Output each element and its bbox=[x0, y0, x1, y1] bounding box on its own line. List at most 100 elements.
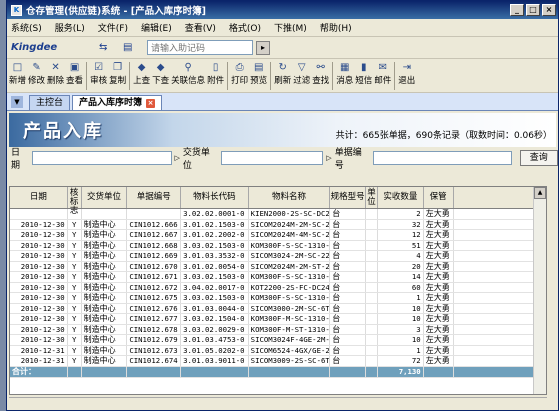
go-icon[interactable]: ▸ bbox=[256, 40, 270, 55]
cell-delivery-unit: 制造中心 bbox=[82, 324, 128, 334]
query-button[interactable]: 查询 bbox=[519, 149, 558, 166]
table-row[interactable]: 2010-12-30 Y 制造中心 CIN1012.677 3.03.02.1504-0… bbox=[10, 314, 546, 325]
menu-system[interactable]: 系统(S) bbox=[11, 21, 42, 34]
cell-spec: 台 bbox=[330, 230, 366, 240]
cell-material-code: 3.03.02.1503-0 bbox=[181, 272, 249, 282]
column-header-material-name[interactable]: 物料名称 bbox=[249, 187, 331, 208]
delete-button[interactable]: ✕ 删除 bbox=[47, 59, 64, 86]
cell-audit: Y bbox=[68, 356, 82, 366]
tab-dropdown-icon[interactable]: ▼ bbox=[11, 96, 23, 108]
cell-unit bbox=[366, 230, 378, 240]
menu-push-down[interactable]: 下推(M) bbox=[274, 21, 307, 34]
cell-quantity: 2 bbox=[378, 209, 424, 219]
preview-button[interactable]: ▤ 预览 bbox=[250, 59, 267, 86]
close-tab-icon[interactable]: × bbox=[146, 99, 156, 108]
cell-keeper: 左大勇 bbox=[424, 335, 454, 345]
tab-bar: ▼ 主控台 产品入库序时簿 × bbox=[7, 93, 558, 111]
down-query-button[interactable]: ◆ 下查 bbox=[152, 59, 169, 86]
table-row[interactable]: 2010-12-30 Y 制造中心 CIN1012.666 3.01.02.1503-0… bbox=[10, 219, 546, 230]
delivery-unit-field[interactable] bbox=[221, 150, 324, 165]
exit-icon: ⇥ bbox=[402, 62, 411, 73]
navigation-icon[interactable]: ⇆ bbox=[99, 42, 113, 54]
column-header-delivery-unit[interactable]: 交货单位 bbox=[82, 187, 128, 208]
table-row[interactable]: 2010-12-30 Y 制造中心 CIN1012.678 3.03.02.0029-0… bbox=[10, 324, 546, 335]
menu-file[interactable]: 文件(F) bbox=[98, 21, 128, 34]
column-header-unit[interactable]: 单位 bbox=[366, 187, 378, 208]
cell-delivery-unit: 制造中心 bbox=[82, 272, 128, 282]
find-button[interactable]: ⚯ 查找 bbox=[312, 59, 329, 86]
copy-button[interactable]: ❐ 复制 bbox=[109, 59, 126, 86]
scroll-up-icon[interactable]: ▲ bbox=[534, 187, 546, 199]
table-row[interactable]: 2010-12-30 Y 制造中心 CIN1012.668 3.03.02.1503-0… bbox=[10, 240, 546, 251]
table-row[interactable]: 2010-12-31 Y 制造中心 CIN1012.674 3.01.03.9011-0… bbox=[10, 356, 546, 367]
data-grid: 日期 审核标志 交货单位 单据编号 物料长代码 物料名称 规格型号 单位 实收数… bbox=[9, 186, 547, 395]
exit-button[interactable]: ⇥ 退出 bbox=[398, 59, 415, 86]
column-header-material-code[interactable]: 物料长代码 bbox=[181, 187, 249, 208]
audit-button[interactable]: ☑ 审核 bbox=[90, 59, 107, 86]
mail-button[interactable]: ✉ 邮件 bbox=[374, 59, 391, 86]
minimize-button[interactable]: _ bbox=[510, 4, 524, 16]
column-header-date[interactable]: 日期 bbox=[10, 187, 68, 208]
print-icon: ⎙ bbox=[235, 62, 244, 73]
sms-button[interactable]: ▮ 短信 bbox=[355, 59, 372, 86]
cell-keeper: 左大勇 bbox=[424, 261, 454, 271]
maximize-button[interactable]: □ bbox=[526, 4, 540, 16]
record-stats: 共计：665张单据，690条记录（取数时间：0.06秒） bbox=[335, 131, 552, 141]
column-header-bill-number[interactable]: 单据编号 bbox=[127, 187, 182, 208]
table-row[interactable]: 2010-12-31 Y 制造中心 CIN1012.673 3.01.05.0202-0… bbox=[10, 345, 546, 356]
up-query-button[interactable]: ◆ 上查 bbox=[133, 59, 150, 86]
cell-quantity: 3 bbox=[378, 324, 424, 334]
title-bar[interactable]: K 仓存管理(供应链)系统 - [产品入库序时簿] _ □ × bbox=[7, 1, 558, 19]
cell-audit: Y bbox=[68, 272, 82, 282]
table-row[interactable]: 3.02.02.0001-0KIEN2000-2S-SC-DC24产成品-KI台… bbox=[10, 209, 546, 220]
table-row[interactable]: 2010-12-30 Y 制造中心 CIN1012.667 3.01.02.2002-0… bbox=[10, 230, 546, 241]
tab-console[interactable]: 主控台 bbox=[29, 95, 71, 110]
cell-keeper: 左大勇 bbox=[424, 209, 454, 219]
cell-delivery-unit: 制造中心 bbox=[82, 230, 128, 240]
cell-spec: 台 bbox=[330, 219, 366, 229]
table-row[interactable]: 2010-12-30 Y 制造中心 CIN1012.672 3.04.02.0017-0… bbox=[10, 282, 546, 293]
date-field[interactable] bbox=[32, 150, 172, 165]
grid-scrollbar[interactable]: ▲ bbox=[533, 187, 546, 394]
cell-delivery-unit: 制造中心 bbox=[82, 282, 128, 292]
refresh-icon: ↻ bbox=[278, 62, 287, 73]
cell-spec: 台 bbox=[330, 324, 366, 334]
table-row[interactable]: 2010-12-30 Y 制造中心 CIN1012.679 3.01.03.4753-0… bbox=[10, 335, 546, 346]
table-row[interactable]: 2010-12-30 Y 制造中心 CIN1012.669 3.01.03.3532-0… bbox=[10, 251, 546, 262]
edit-button[interactable]: ✎ 修改 bbox=[28, 59, 45, 86]
cell-date: 2010-12-30 bbox=[10, 324, 68, 334]
table-row[interactable]: 2010-12-30 Y 制造中心 CIN1012.670 3.01.02.0054-0… bbox=[10, 261, 546, 272]
filter-button[interactable]: ▽ 过滤 bbox=[293, 59, 310, 86]
total-row: 合计： 7,130 bbox=[10, 366, 546, 378]
menu-view[interactable]: 查看(V) bbox=[185, 21, 216, 34]
menu-service[interactable]: 服务(L) bbox=[55, 21, 85, 34]
menu-edit[interactable]: 编辑(E) bbox=[141, 21, 172, 34]
print-button[interactable]: ⎙ 打印 bbox=[231, 59, 248, 86]
menu-help[interactable]: 帮助(H) bbox=[320, 21, 352, 34]
view-button[interactable]: ▣ 查看 bbox=[66, 59, 83, 86]
table-row[interactable]: 2010-12-30 Y 制造中心 CIN1012.675 3.03.02.1503-0… bbox=[10, 293, 546, 304]
bill-number-field[interactable] bbox=[373, 150, 512, 165]
attachment-button[interactable]: ▯ 附件 bbox=[207, 59, 224, 86]
link-info-button[interactable]: ⚲ 关联信息 bbox=[171, 59, 205, 86]
close-button[interactable]: × bbox=[542, 4, 556, 16]
column-header-spec[interactable]: 规格型号 bbox=[330, 187, 367, 208]
table-row[interactable]: 2010-12-30 Y 制造中心 CIN1012.671 3.03.02.1503-0… bbox=[10, 272, 546, 283]
message-button[interactable]: ▦ 消息 bbox=[336, 59, 353, 86]
table-row[interactable]: 2010-12-30 Y 制造中心 CIN1012.676 3.01.03.0044-0… bbox=[10, 303, 546, 314]
cell-spec: 台 bbox=[330, 240, 366, 250]
column-header-keeper[interactable]: 保管 bbox=[424, 187, 454, 208]
column-header-audit[interactable]: 审核标志 bbox=[68, 187, 82, 215]
mnemonic-input[interactable] bbox=[147, 40, 253, 55]
refresh-button[interactable]: ↻ 刷新 bbox=[274, 59, 291, 86]
cell-date: 2010-12-30 bbox=[10, 314, 68, 324]
mnemonic-icon: ▤ bbox=[123, 41, 133, 53]
new-button[interactable]: □ 新增 bbox=[9, 59, 26, 86]
column-header-quantity[interactable]: 实收数量 bbox=[378, 187, 424, 208]
cell-material-code: 3.03.02.1503-0 bbox=[181, 293, 249, 303]
cell-quantity: 32 bbox=[378, 219, 424, 229]
menu-format[interactable]: 格式(O) bbox=[229, 21, 261, 34]
cell-keeper: 左大勇 bbox=[424, 324, 454, 334]
tab-product-inbound[interactable]: 产品入库序时簿 × bbox=[72, 95, 163, 110]
cell-spec: 台 bbox=[330, 282, 366, 292]
